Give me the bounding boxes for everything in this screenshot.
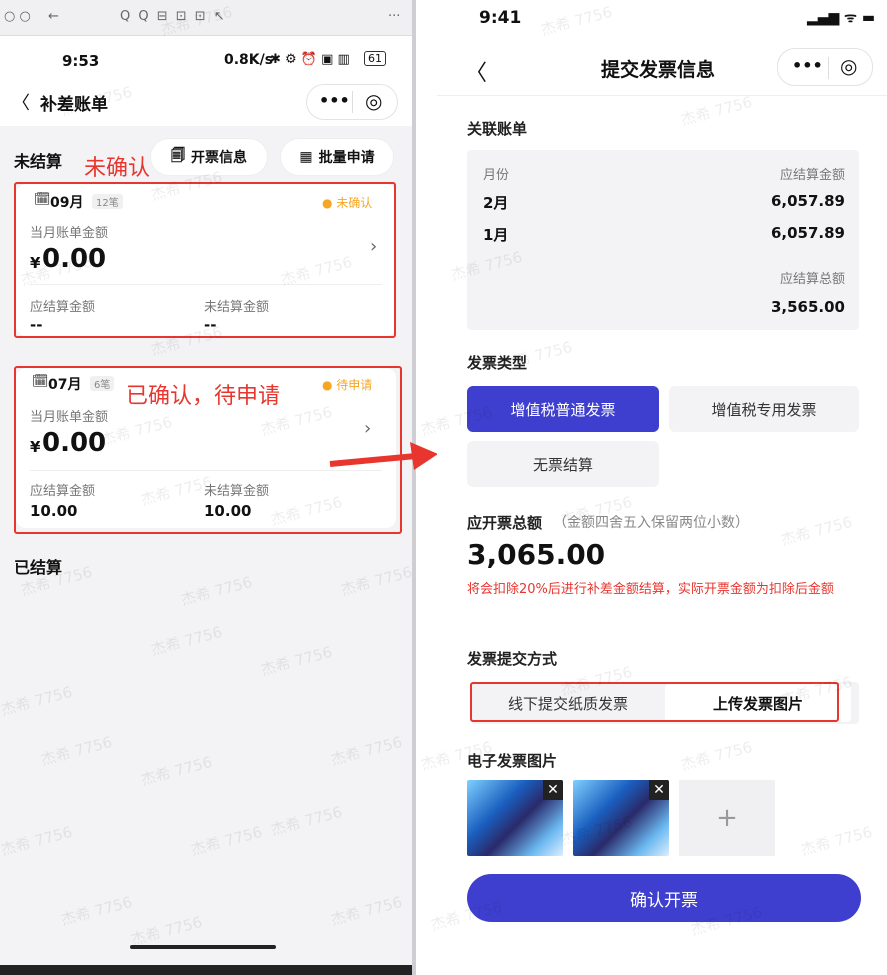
browser-toolbar: ○ ○ ← Q Q ⊟ ⊡ ⊡ ↖ ··· bbox=[0, 0, 412, 36]
total-invoice-value: 3,065.00 bbox=[467, 538, 606, 571]
row-month: 1月 bbox=[483, 226, 509, 244]
back-icon[interactable]: 〈 bbox=[465, 55, 487, 87]
section-settled: 已结算 bbox=[14, 558, 63, 577]
col-due: 应结算金额 bbox=[779, 168, 845, 183]
mini-program-capsule: ••• ◎ bbox=[777, 48, 873, 86]
status-icons: ▂▄▆ ᯤ ▬ bbox=[807, 10, 876, 26]
batch-apply-button[interactable]: ▦ 批量申请 bbox=[280, 138, 394, 176]
invoice-info-button[interactable]: 🗐 开票信息 bbox=[150, 138, 268, 176]
row-amount: 6,057.89 bbox=[770, 192, 845, 210]
total-invoice-hint: （金额四舍五入保留两位小数） bbox=[553, 515, 749, 531]
annotation-unconfirmed: 未确认 bbox=[84, 156, 151, 181]
invoice-image-thumbnail[interactable]: ✕ bbox=[467, 780, 563, 856]
bottom-bar bbox=[0, 965, 412, 975]
more-icon[interactable]: ••• bbox=[792, 56, 823, 75]
type-vat-normal-button[interactable]: 增值税普通发票 bbox=[467, 386, 659, 432]
row-month: 2月 bbox=[483, 194, 509, 212]
total-label: 应结算总额 bbox=[779, 272, 845, 287]
row-amount: 6,057.89 bbox=[770, 224, 845, 242]
col-month: 月份 bbox=[483, 168, 510, 183]
annotation-box-1 bbox=[14, 182, 396, 338]
add-image-button[interactable]: + bbox=[679, 780, 775, 856]
page-title: 提交发票信息 bbox=[601, 59, 716, 81]
battery-icon: 61 bbox=[364, 51, 386, 66]
divider bbox=[412, 0, 416, 975]
nav-bar: 〈 补差账单 ••• ◎ bbox=[0, 78, 412, 126]
home-indicator bbox=[130, 945, 276, 949]
browser-more-icon[interactable]: ··· bbox=[388, 9, 400, 24]
total-value: 3,565.00 bbox=[770, 298, 845, 316]
invoice-image-thumbnail[interactable]: ✕ bbox=[573, 780, 669, 856]
status-bar: 9:53 0.8K/s ✱ ⚙ ⏰ ▣ ▥ 61 bbox=[0, 36, 412, 78]
doc-icon: 🗐 bbox=[171, 148, 185, 164]
status-time: 9:41 bbox=[479, 8, 522, 28]
back-icon[interactable]: 〈 bbox=[12, 89, 30, 115]
bills-table: 月份 应结算金额 2月 6,057.89 1月 6,057.89 应结算总额 3… bbox=[467, 150, 859, 330]
status-net-speed: 0.8K/s bbox=[224, 52, 274, 68]
window-dots: ○ ○ bbox=[4, 9, 31, 24]
close-icon[interactable]: ✕ bbox=[649, 780, 669, 800]
mini-program-capsule: ••• ◎ bbox=[306, 84, 398, 120]
status-icons: ✱ ⚙ ⏰ ▣ ▥ bbox=[270, 52, 350, 67]
invoice-type-title: 发票类型 bbox=[467, 354, 528, 372]
submit-method-title: 发票提交方式 bbox=[467, 650, 558, 668]
left-screen: ○ ○ ← Q Q ⊟ ⊡ ⊡ ↖ ··· 9:53 0.8K/s ✱ ⚙ ⏰ … bbox=[0, 0, 412, 975]
confirm-invoice-button[interactable]: 确认开票 bbox=[467, 874, 861, 922]
close-icon[interactable]: ✕ bbox=[543, 780, 563, 800]
type-no-invoice-button[interactable]: 无票结算 bbox=[467, 441, 659, 487]
arrow-icon bbox=[329, 442, 438, 470]
e-invoice-title: 电子发票图片 bbox=[467, 752, 558, 770]
section-unsettled: 未结算 bbox=[14, 152, 63, 171]
browser-back-icon[interactable]: ← bbox=[48, 9, 59, 24]
warning-text: 将会扣除20%后进行补差金额结算，实际开票金额为扣除后金额 bbox=[467, 582, 834, 597]
close-target-icon[interactable]: ◎ bbox=[365, 89, 382, 113]
status-time: 9:53 bbox=[62, 52, 100, 70]
calculator-icon: ▦ bbox=[299, 149, 313, 165]
total-invoice-label: 应开票总额 bbox=[467, 514, 543, 532]
more-icon[interactable]: ••• bbox=[319, 91, 350, 110]
page-title: 补差账单 bbox=[40, 95, 108, 115]
annotation-box-3 bbox=[470, 682, 839, 722]
linked-bills-title: 关联账单 bbox=[467, 120, 528, 138]
right-screen: 9:41 ▂▄▆ ᯤ ▬ 〈 提交发票信息 ••• ◎ 关联账单 月份 应结算金… bbox=[437, 0, 887, 975]
close-target-icon[interactable]: ◎ bbox=[840, 54, 857, 78]
type-vat-special-button[interactable]: 增值税专用发票 bbox=[669, 386, 859, 432]
browser-tool-icons[interactable]: Q Q ⊟ ⊡ ⊡ ↖ bbox=[120, 9, 227, 24]
